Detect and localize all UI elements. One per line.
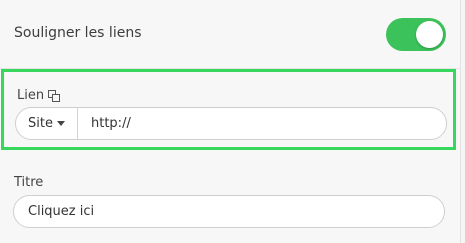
copy-icon[interactable] bbox=[48, 89, 61, 102]
title-label: Titre bbox=[14, 175, 44, 190]
underline-links-label: Souligner les liens bbox=[14, 25, 142, 41]
link-type-select[interactable]: Site bbox=[16, 108, 78, 139]
underline-links-row: Souligner les liens bbox=[0, 0, 460, 69]
toggle-knob bbox=[416, 21, 443, 48]
chevron-down-icon bbox=[56, 121, 65, 126]
title-input[interactable]: Cliquez ici bbox=[13, 195, 445, 228]
link-type-value: Site bbox=[28, 116, 53, 131]
underline-links-toggle[interactable] bbox=[386, 18, 446, 51]
link-label-row: Lien bbox=[17, 88, 61, 103]
link-section: Lien Site http:// bbox=[1, 69, 456, 150]
link-url-input[interactable]: http:// bbox=[91, 116, 131, 131]
settings-panel: Souligner les liens Lien Site http:// Ti… bbox=[0, 0, 461, 243]
link-label: Lien bbox=[17, 88, 45, 103]
link-input-group: Site http:// bbox=[15, 107, 447, 140]
